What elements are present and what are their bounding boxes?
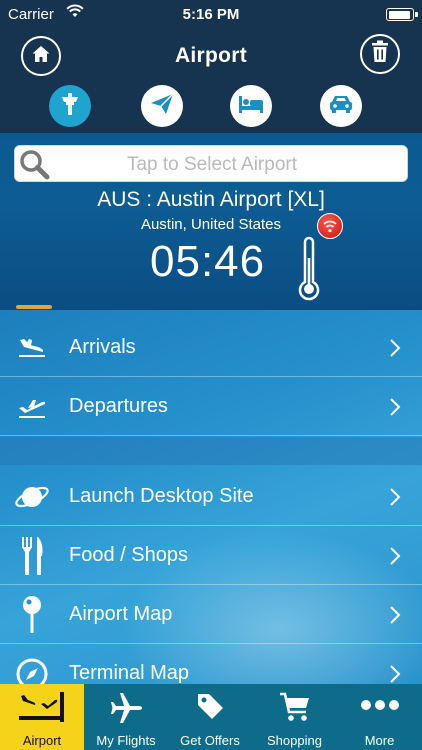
- more-dots-icon: [337, 690, 422, 720]
- shopping-cart-icon: [252, 690, 337, 724]
- airport-info-panel: Tap to Select Airport AUS : Austin Airpo…: [0, 133, 422, 310]
- top-bar: Carrier 5:16 PM Airport: [0, 0, 422, 133]
- list-item-label: Airport Map: [69, 603, 173, 625]
- chevron-right-icon: [389, 397, 401, 422]
- trash-icon: [369, 40, 391, 69]
- list-item-label: Arrivals: [69, 336, 136, 358]
- list-item-arrivals[interactable]: Arrivals: [0, 319, 422, 377]
- category-airport-button[interactable]: [49, 85, 91, 127]
- status-bar: Carrier 5:16 PM: [0, 0, 422, 30]
- map-pin-icon: [14, 596, 50, 633]
- search-placeholder: Tap to Select Airport: [126, 154, 298, 175]
- airport-tab-icon: [0, 690, 84, 730]
- page-title: Airport: [174, 44, 248, 67]
- chevron-right-icon: [389, 487, 401, 512]
- compass-icon: [14, 656, 50, 684]
- list-item-departures[interactable]: Departures: [0, 378, 422, 436]
- category-hotels-button[interactable]: [230, 85, 272, 127]
- list-item-terminal-map[interactable]: Terminal Map: [0, 645, 422, 684]
- bed-icon: [237, 92, 265, 121]
- paper-plane-icon: [149, 91, 175, 122]
- airport-search-field[interactable]: Tap to Select Airport: [14, 145, 408, 182]
- scroll-peek-item: [16, 305, 52, 309]
- planet-icon: [14, 479, 50, 515]
- list-item-label: Departures: [69, 395, 168, 417]
- list-item-label: Food / Shops: [69, 544, 188, 566]
- tab-label: More: [364, 733, 395, 748]
- tab-label: Shopping: [267, 733, 322, 748]
- category-bar: [0, 83, 422, 129]
- tab-label: Get Offers: [180, 733, 240, 748]
- tab-label: Airport: [22, 733, 62, 748]
- list-item-airport-map[interactable]: Airport Map: [0, 586, 422, 644]
- delete-button[interactable]: [360, 34, 400, 74]
- tab-more[interactable]: More: [337, 684, 422, 750]
- battery-icon: [386, 8, 418, 21]
- tab-bar: Airport My Flights Get Offers Shopping M…: [0, 684, 422, 750]
- airplane-icon: [84, 690, 168, 726]
- section-divider: [0, 437, 422, 465]
- tab-get-offers[interactable]: Get Offers: [168, 684, 252, 750]
- category-flights-button[interactable]: [141, 85, 183, 127]
- status-time: 5:16 PM: [182, 6, 240, 23]
- chevron-right-icon: [389, 338, 401, 363]
- fork-knife-icon: [14, 537, 50, 575]
- chevron-right-icon: [389, 546, 401, 571]
- chevron-right-icon: [389, 664, 401, 684]
- tab-shopping[interactable]: Shopping: [252, 684, 337, 750]
- arrival-plane-icon: [14, 330, 50, 366]
- list-item-label: Launch Desktop Site: [69, 485, 254, 507]
- tab-my-flights[interactable]: My Flights: [84, 684, 168, 750]
- local-time: 05:46: [150, 237, 266, 286]
- airport-city: Austin, United States: [140, 216, 282, 233]
- car-icon: [327, 92, 355, 121]
- list-item-label: Terminal Map: [69, 662, 190, 684]
- list-item-launch-desktop-site[interactable]: Launch Desktop Site: [0, 468, 422, 526]
- category-car-button[interactable]: [320, 85, 362, 127]
- tag-icon: [168, 690, 252, 722]
- list-item-food-shops[interactable]: Food / Shops: [0, 527, 422, 585]
- tab-airport[interactable]: Airport: [0, 684, 84, 750]
- thermometer-icon[interactable]: [294, 236, 324, 307]
- chevron-right-icon: [389, 605, 401, 630]
- tab-label: My Flights: [96, 733, 156, 748]
- airport-name: AUS : Austin Airport [XL]: [97, 188, 325, 211]
- nav-bar: Airport: [0, 30, 422, 82]
- menu-list: Arrivals Departures Launch Desktop Site …: [0, 310, 422, 684]
- departure-plane-icon: [14, 389, 50, 425]
- control-tower-icon: [57, 91, 83, 122]
